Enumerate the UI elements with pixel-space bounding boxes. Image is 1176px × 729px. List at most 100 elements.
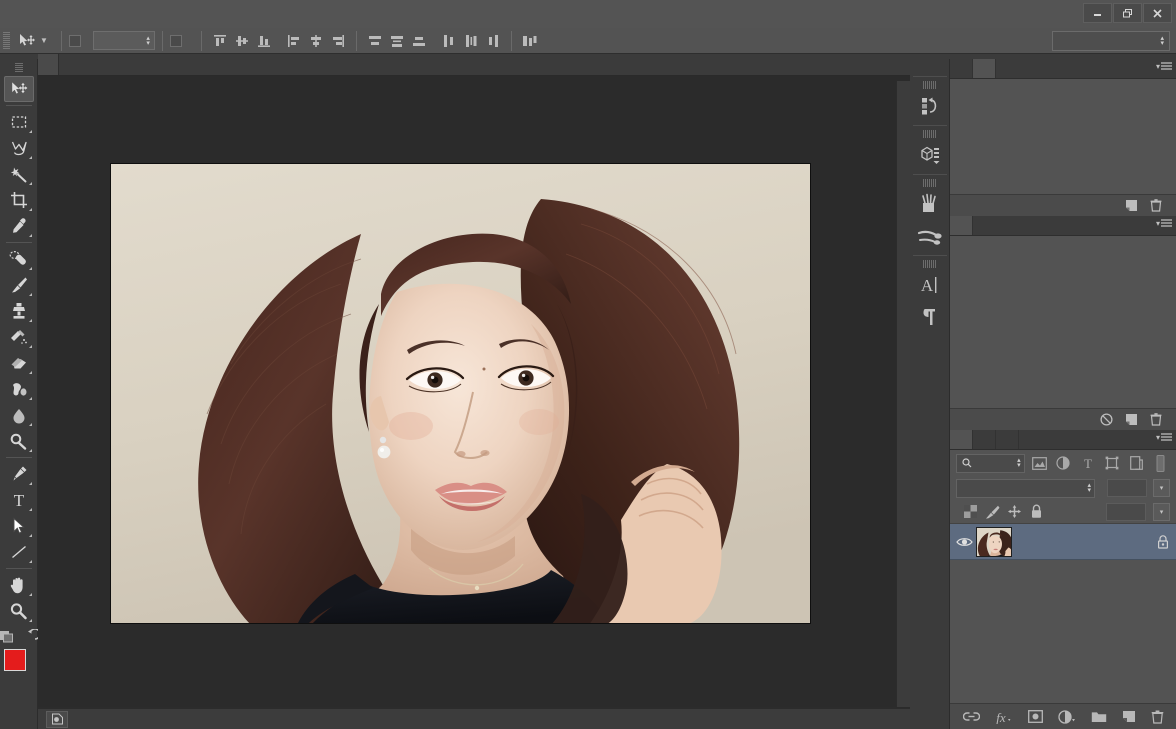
fill-slider-toggle[interactable]: ▾ [1153, 502, 1170, 521]
swatches-panel[interactable] [950, 79, 1176, 194]
distribute-right-edges-icon[interactable] [482, 31, 504, 51]
eraser-tool[interactable] [4, 350, 34, 376]
new-swatch-icon[interactable] [1125, 199, 1138, 212]
new-style-icon[interactable] [1125, 413, 1138, 426]
align-top-edges-icon[interactable] [209, 31, 231, 51]
filter-pixel-layers-icon[interactable] [1030, 453, 1049, 473]
delete-style-icon[interactable] [1150, 413, 1162, 426]
opacity-slider-toggle[interactable]: ▾ [1153, 479, 1170, 497]
layer-style-fx-icon[interactable]: fx [995, 710, 1013, 724]
canvas-viewport[interactable] [38, 81, 896, 707]
distribute-vertical-centers-icon[interactable] [386, 31, 408, 51]
spot-healing-brush-tool[interactable] [4, 246, 34, 272]
document-tab[interactable] [38, 54, 59, 75]
layer-filter-kind-dropdown[interactable]: ▴ ▾ [956, 453, 1025, 473]
toolbar-grip[interactable] [14, 63, 23, 73]
dock-collapse-button[interactable] [910, 59, 949, 73]
auto-select-scope-dropdown[interactable]: ▴ ▾ [92, 31, 155, 50]
delete-swatch-icon[interactable] [1150, 199, 1162, 212]
brush-tool[interactable] [4, 272, 34, 298]
filter-adjustment-layers-icon[interactable] [1054, 453, 1073, 473]
pen-tool[interactable] [4, 461, 34, 487]
options-bar-grip[interactable] [3, 31, 10, 50]
blur-tool[interactable] [4, 402, 34, 428]
table-row[interactable] [950, 524, 1176, 560]
menu-select[interactable] [132, 0, 154, 28]
align-vertical-centers-icon[interactable] [231, 31, 253, 51]
menu-help[interactable] [220, 0, 242, 28]
fill-input[interactable] [1106, 502, 1146, 521]
filter-shape-layers-icon[interactable] [1102, 453, 1121, 473]
brush-panel-icon[interactable] [913, 188, 947, 220]
menu-view[interactable] [176, 0, 198, 28]
dock-grip-4[interactable] [922, 260, 937, 268]
menu-window[interactable] [198, 0, 220, 28]
dock-grip-1[interactable] [922, 81, 937, 89]
eyedropper-tool[interactable] [4, 213, 34, 239]
clear-style-icon[interactable] [1100, 413, 1113, 426]
foreground-color-swatch[interactable] [3, 649, 26, 671]
lock-transparent-pixels-icon[interactable] [963, 504, 978, 520]
show-transform-controls-checkbox[interactable] [169, 34, 182, 47]
color-panel-menu-icon[interactable]: ▾ [1156, 62, 1172, 71]
menu-filter[interactable] [154, 0, 176, 28]
move-tool[interactable] [3, 76, 34, 102]
filter-toggle-icon[interactable] [1151, 453, 1170, 473]
tab-swatches[interactable] [973, 59, 996, 78]
lock-all-icon[interactable] [1029, 504, 1044, 520]
menu-edit[interactable] [44, 0, 66, 28]
new-adjustment-layer-icon[interactable] [1057, 709, 1076, 724]
layer-visibility-eye-icon[interactable] [952, 536, 976, 548]
styles-panel[interactable] [950, 236, 1176, 408]
lock-position-icon[interactable] [1007, 504, 1022, 520]
character-panel-icon[interactable]: A [913, 269, 947, 301]
auto-select-checkbox[interactable] [68, 34, 81, 47]
align-horizontal-centers-icon[interactable] [305, 31, 327, 51]
hand-tool[interactable] [4, 572, 34, 598]
type-tool[interactable]: T [4, 487, 34, 513]
align-left-edges-icon[interactable] [283, 31, 305, 51]
tab-color[interactable] [950, 59, 973, 78]
magic-wand-tool[interactable] [4, 161, 34, 187]
layers-panel-menu-icon[interactable]: ▾ [1156, 433, 1172, 442]
paragraph-panel-icon[interactable] [913, 301, 947, 333]
clone-stamp-tool[interactable] [4, 298, 34, 324]
gradient-tool[interactable] [4, 376, 34, 402]
link-layers-icon[interactable] [962, 711, 980, 722]
new-layer-icon[interactable] [1122, 710, 1136, 723]
path-selection-tool[interactable] [4, 513, 34, 539]
zoom-tool[interactable] [4, 598, 34, 624]
opacity-input[interactable] [1107, 479, 1147, 497]
line-tool[interactable] [4, 539, 34, 565]
swatches-grid[interactable] [950, 79, 1173, 82]
quick-mask-icon[interactable] [0, 628, 16, 643]
restore-button[interactable] [1113, 3, 1142, 23]
filter-smart-object-icon[interactable] [1127, 453, 1146, 473]
menu-layer[interactable] [88, 0, 110, 28]
close-button[interactable] [1143, 3, 1172, 23]
screen-mode-icon[interactable] [24, 628, 38, 643]
brush-presets-panel-icon[interactable] [913, 220, 947, 252]
styles-grid[interactable] [950, 236, 1173, 239]
blend-mode-dropdown[interactable]: ▴ ▾ [956, 478, 1095, 498]
history-brush-tool[interactable] [4, 324, 34, 350]
page-preview-icon[interactable] [46, 710, 68, 728]
auto-align-layers-icon[interactable] [519, 31, 541, 51]
crop-tool[interactable] [4, 187, 34, 213]
delete-layer-icon[interactable] [1151, 710, 1164, 724]
canvas-vertical-scrollbar[interactable] [896, 81, 910, 707]
distribute-top-edges-icon[interactable] [364, 31, 386, 51]
tab-layers[interactable] [950, 430, 973, 449]
rectangular-marquee-tool[interactable] [4, 109, 34, 135]
menu-file[interactable] [22, 0, 44, 28]
lasso-tool[interactable] [4, 135, 34, 161]
dock-grip-3[interactable] [922, 179, 937, 187]
workspace-selector[interactable]: ▴ ▾ [1052, 30, 1170, 51]
distribute-left-edges-icon[interactable] [438, 31, 460, 51]
dodge-tool[interactable] [4, 428, 34, 454]
tool-preset-chevron-icon[interactable]: ▼ [40, 36, 48, 45]
align-right-edges-icon[interactable] [327, 31, 349, 51]
layers-list[interactable] [950, 524, 1176, 703]
color-swatches[interactable] [2, 649, 36, 683]
3d-panel-icon[interactable] [913, 139, 947, 171]
